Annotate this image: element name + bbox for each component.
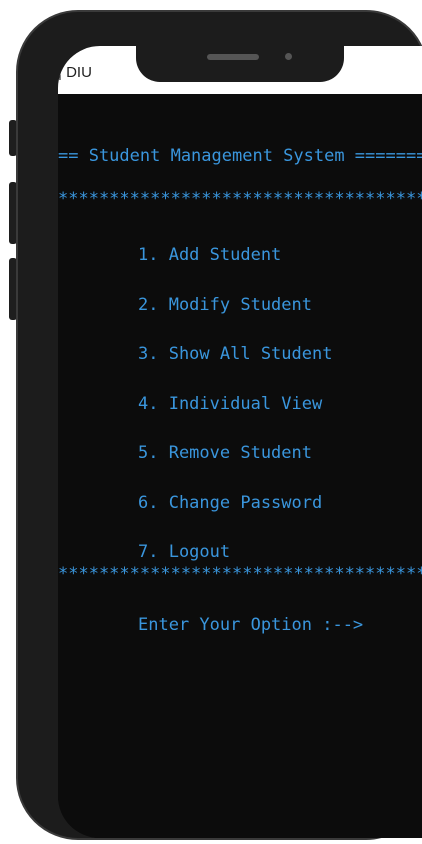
menu-item-modify-student: 2. Modify Student <box>138 295 312 315</box>
menu-item-add-student: 1. Add Student <box>138 245 282 265</box>
menu-item-show-all-student: 3. Show All Student <box>138 344 333 364</box>
phone-frame: | DIU == Student Management System =====… <box>16 10 422 840</box>
menu-item-individual-view: 4. Individual View <box>138 394 323 414</box>
speaker-grille <box>207 54 259 60</box>
menu-item-remove-student: 5. Remove Student <box>138 443 312 463</box>
window-title: | DIU <box>58 64 92 81</box>
stage: | DIU == Student Management System =====… <box>0 0 422 844</box>
menu-item-logout: 7. Logout <box>138 542 231 562</box>
console-window[interactable]: == Student Management System ===========… <box>58 94 422 838</box>
console-header: == Student Management System ===========… <box>58 146 422 166</box>
separator-bottom: ****************************************… <box>58 564 422 584</box>
option-prompt[interactable]: Enter Your Option :--> <box>138 615 363 635</box>
phone-screen: | DIU == Student Management System =====… <box>58 46 422 838</box>
separator-top: ****************************************… <box>58 189 422 209</box>
phone-notch <box>136 46 344 82</box>
front-camera <box>285 53 292 60</box>
menu-item-change-password: 6. Change Password <box>138 493 323 513</box>
